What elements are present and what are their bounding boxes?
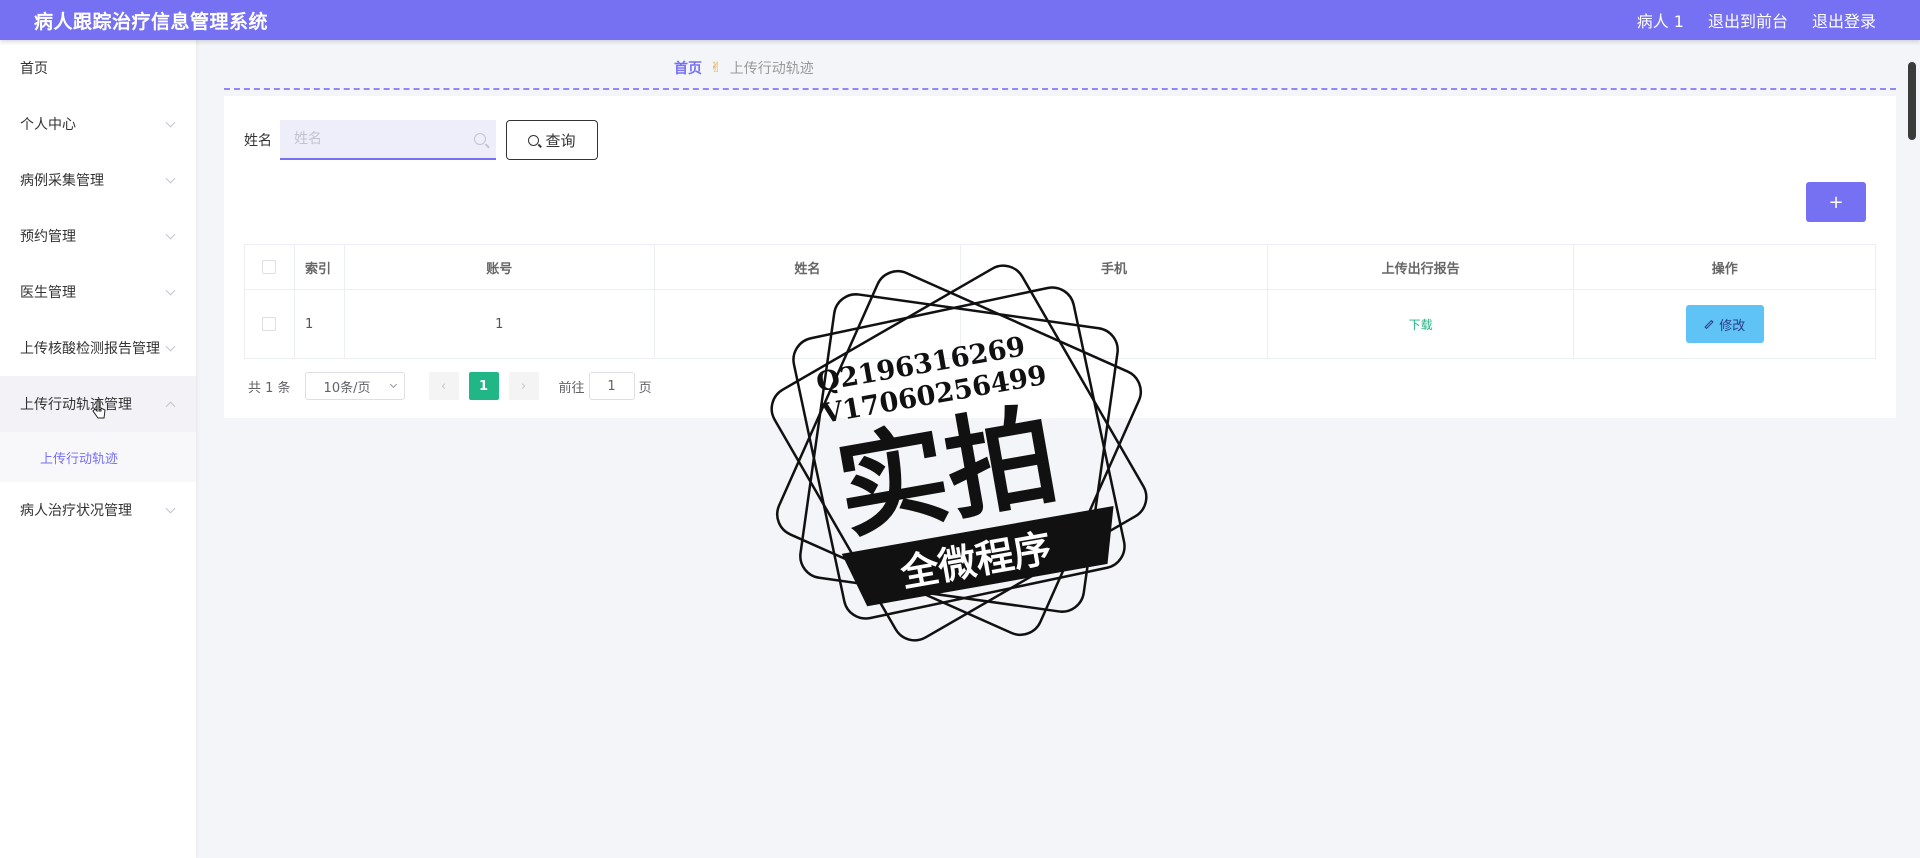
cell-name <box>655 290 962 358</box>
back-to-front-link[interactable]: 退出到前台 <box>1708 8 1788 32</box>
app-title: 病人跟踪治疗信息管理系统 <box>34 10 269 33</box>
sidebar-item-case-collection[interactable]: 病例采集管理 <box>0 152 196 208</box>
sidebar-item-label: 病人治疗状况管理 <box>20 503 132 519</box>
edit-icon <box>1704 319 1714 329</box>
chevron-right-icon: › <box>520 378 527 394</box>
search-label: 姓名 <box>244 133 272 149</box>
cell-report: 下载 <box>1268 290 1575 358</box>
sidebar-item-label: 个人中心 <box>20 117 76 133</box>
breadcrumb-home[interactable]: 首页 <box>674 58 702 78</box>
page-size-value: 10条/页 <box>323 380 371 396</box>
chevron-down-icon <box>165 173 176 183</box>
breadcrumb: 首页 ✌ 上传行动轨迹 <box>674 58 814 78</box>
sidebar-item-label: 上传行动轨迹管理 <box>20 397 132 413</box>
breadcrumb-divider <box>224 88 1896 90</box>
column-header-index: 索引 <box>295 245 345 289</box>
table-header-row: 索引 账号 姓名 手机 上传出行报告 操作 <box>245 245 1875 290</box>
cell-account: 1 <box>345 290 655 358</box>
chevron-up-icon <box>165 401 176 411</box>
star-icon: ★ <box>856 553 883 588</box>
chevron-down-icon <box>165 341 176 351</box>
submenu-item-label: 上传行动轨迹 <box>40 451 119 467</box>
search-icon <box>474 133 486 145</box>
column-header-name: 姓名 <box>655 245 962 289</box>
sidebar-item-label: 医生管理 <box>20 285 76 301</box>
search-row: 姓名 查询 <box>244 120 598 160</box>
sidebar-item-home[interactable]: 首页 <box>0 40 196 96</box>
row-select-cell <box>245 290 295 358</box>
watermark-banner-text: 全微程序 <box>896 526 1054 596</box>
column-header-report: 上传出行报告 <box>1268 245 1575 289</box>
sidebar-item-profile[interactable]: 个人中心 <box>0 96 196 152</box>
page-suffix: 页 <box>638 380 652 396</box>
top-header: 病人跟踪治疗信息管理系统 病人 1 退出到前台 退出登录 <box>0 0 1920 40</box>
star-icon: ★ <box>1078 505 1105 540</box>
query-button-label: 查询 <box>545 131 576 150</box>
sidebar-item-label: 上传核酸检测报告管理 <box>20 341 160 357</box>
sidebar-item-treatment-status[interactable]: 病人治疗状况管理 <box>0 482 196 538</box>
add-button[interactable]: + <box>1806 182 1866 222</box>
sidebar-item-label: 首页 <box>20 61 48 77</box>
cell-actions: 修改 <box>1574 290 1875 358</box>
hand-icon: ✌ <box>710 60 722 76</box>
user-name[interactable]: 病人 1 <box>1637 8 1684 32</box>
page-size-select[interactable]: 10条/页 <box>304 372 405 400</box>
search-box <box>280 120 496 160</box>
chevron-left-icon: ‹ <box>440 378 447 394</box>
query-button[interactable]: 查询 <box>506 120 598 160</box>
sidebar: 首页 个人中心 病例采集管理 预约管理 医生管理 上传核酸检测报告管理 上传行动… <box>0 40 196 858</box>
chevron-down-icon <box>165 117 176 127</box>
goto-page-input[interactable] <box>588 372 635 400</box>
column-header-actions: 操作 <box>1711 261 1738 277</box>
total-count: 共 1 条 <box>248 380 291 396</box>
select-all-checkbox[interactable] <box>262 260 277 274</box>
hand-cursor-icon <box>92 400 106 419</box>
content-card: 姓名 查询 + 索引 账号 姓名 手机 上传出行报告 操作 1 1 <box>224 96 1896 418</box>
goto-label: 前往 <box>558 380 585 396</box>
row-checkbox[interactable] <box>262 317 277 331</box>
page-number-button[interactable]: 1 <box>468 372 499 400</box>
header-actions: 病人 1 退出到前台 退出登录 <box>1613 8 1920 32</box>
cell-phone <box>961 290 1268 358</box>
logout-link[interactable]: 退出登录 <box>1812 8 1876 32</box>
prev-page-button[interactable]: ‹ <box>428 372 459 400</box>
page-scrollbar[interactable] <box>1908 62 1916 140</box>
chevron-down-icon <box>165 503 176 513</box>
name-search-input[interactable] <box>280 120 496 158</box>
search-icon <box>528 134 540 146</box>
column-header-account: 账号 <box>345 245 655 289</box>
sidebar-item-doctors[interactable]: 医生管理 <box>0 264 196 320</box>
sidebar-item-test-reports[interactable]: 上传核酸检测报告管理 <box>0 320 196 376</box>
chevron-down-icon <box>165 285 176 295</box>
edit-button[interactable]: 修改 <box>1685 305 1764 343</box>
sidebar-item-label: 预约管理 <box>20 229 76 245</box>
plus-icon: + <box>1828 191 1844 213</box>
sidebar-item-label: 病例采集管理 <box>20 173 104 189</box>
sidebar-item-appointments[interactable]: 预约管理 <box>0 208 196 264</box>
pagination: 共 1 条 10条/页 ‹ 1 › 前往 页 <box>248 372 652 400</box>
breadcrumb-current: 上传行动轨迹 <box>729 61 814 77</box>
chevron-down-icon <box>389 380 397 389</box>
data-table: 索引 账号 姓名 手机 上传出行报告 操作 1 1 下载 修改 <box>244 244 1876 359</box>
select-all-cell <box>245 245 295 289</box>
edit-button-label: 修改 <box>1719 318 1746 334</box>
cell-index: 1 <box>295 290 345 358</box>
next-page-button[interactable]: › <box>508 372 539 400</box>
chevron-down-icon <box>165 229 176 239</box>
column-header-phone: 手机 <box>961 245 1268 289</box>
submenu-item-upload-trajectory[interactable]: 上传行动轨迹 <box>0 432 196 482</box>
table-row: 1 1 下载 修改 <box>245 290 1875 358</box>
download-link[interactable]: 下载 <box>1409 316 1433 333</box>
